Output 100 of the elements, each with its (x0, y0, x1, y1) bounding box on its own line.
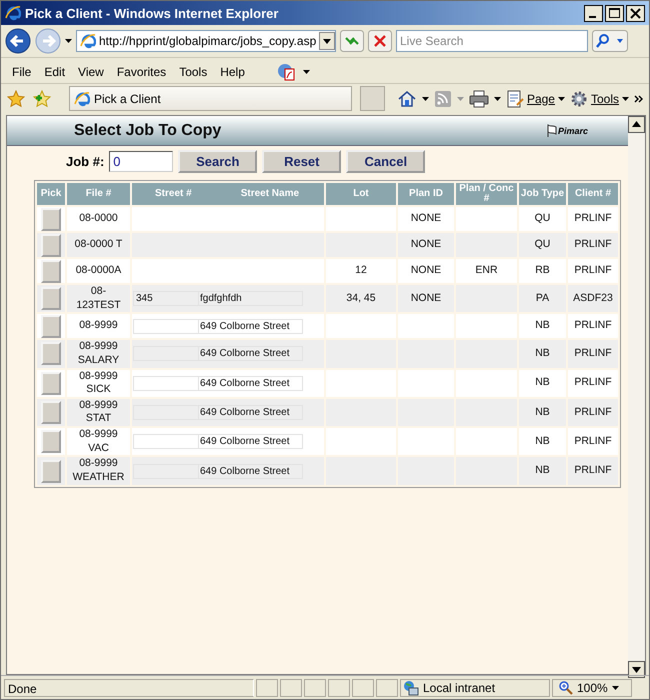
table-cell: PRLINF (568, 457, 618, 485)
table-cell: PRLINF (568, 340, 618, 368)
pick-button[interactable] (41, 287, 61, 310)
column-header: Client # (568, 183, 618, 205)
address-field[interactable]: http://hpprint/globalpimarc/jobs_copy.asp (76, 30, 336, 52)
search-button[interactable] (592, 30, 628, 52)
maximize-button[interactable] (605, 4, 624, 22)
gear-icon (570, 90, 588, 108)
pick-button[interactable] (41, 342, 61, 366)
new-tab-button[interactable] (360, 86, 385, 111)
table-cell: NB (519, 370, 566, 397)
field-label: Job #: (66, 154, 104, 169)
pick-button[interactable] (41, 234, 61, 256)
zoom-button[interactable]: 100% (552, 678, 632, 696)
table-cell: ENR (456, 259, 517, 283)
menu-item[interactable]: Tools (174, 62, 212, 80)
table-cell: PRLINF (568, 428, 618, 456)
table-cell: NB (519, 340, 566, 368)
pick-button[interactable] (41, 400, 61, 424)
rss-feed-icon[interactable] (434, 90, 452, 108)
pick-button[interactable] (41, 372, 61, 395)
home-icon[interactable] (396, 90, 417, 108)
table-cell: NONE (398, 233, 454, 257)
table-cell: 34, 45 (326, 285, 396, 312)
table-cell: NB (519, 428, 566, 456)
column-header: File # (67, 183, 130, 205)
menu-item[interactable]: Favorites (112, 62, 172, 80)
caret-icon[interactable] (494, 96, 501, 100)
close-button[interactable] (626, 4, 645, 22)
status-pane (256, 678, 278, 696)
table-cell: PRLINF (568, 207, 618, 231)
table-cell: 08- 123TEST (67, 285, 130, 312)
table-cell: PRLINF (568, 398, 618, 426)
table-cell: QU (519, 207, 566, 231)
table-cell: PA (519, 285, 566, 312)
logo: Pimarc (546, 124, 588, 138)
job-number-field[interactable]: 0 (109, 151, 174, 172)
table-cell: 08-0000 (67, 207, 130, 231)
caret-icon (612, 686, 619, 690)
table-cell: ASDF23 (568, 285, 618, 312)
pick-button[interactable] (41, 314, 61, 338)
caret-icon (558, 96, 565, 100)
column-header: Street Name (240, 188, 300, 199)
command-button[interactable]: Tools (570, 90, 629, 108)
status-pane (328, 678, 350, 696)
globe-icon (403, 680, 419, 696)
table-cell: 08-9999 STAT (67, 398, 130, 426)
table-cell: 12 (326, 259, 396, 283)
flag-icon (546, 124, 557, 138)
menu-item[interactable]: View (73, 62, 109, 80)
table-cell: NB (519, 314, 566, 338)
pick-button[interactable] (41, 430, 61, 454)
status-pane (280, 678, 302, 696)
status-text: Done (4, 678, 254, 696)
caret-icon[interactable] (65, 39, 72, 43)
caret-icon[interactable] (422, 96, 429, 100)
menu-item[interactable]: File (7, 62, 36, 80)
pick-button[interactable] (41, 460, 61, 483)
back-button[interactable] (5, 28, 31, 54)
table-cell: PRLINF (568, 370, 618, 397)
pick-button[interactable] (41, 260, 61, 282)
column-header: Plan ID (398, 183, 454, 205)
browser-tab[interactable]: Pick a Client (69, 86, 352, 111)
status-pane (304, 678, 326, 696)
chevron-icon[interactable] (634, 94, 643, 102)
star-icon[interactable] (7, 90, 25, 108)
table-cell: NONE (398, 285, 454, 312)
status-pane (352, 678, 374, 696)
window-title: Pick a Client - Windows Internet Explorer (25, 6, 280, 20)
command-button[interactable]: Page (506, 90, 565, 108)
table-cell: NONE (398, 207, 454, 231)
table-cell: 08-9999 SALARY (67, 340, 130, 368)
menu-item[interactable]: Help (215, 62, 250, 80)
search-field[interactable]: Live Search (396, 30, 588, 52)
table-cell: NONE (398, 259, 454, 283)
security-zone: Local intranet (400, 678, 550, 696)
status-pane (376, 678, 398, 696)
table-cell: QU (519, 233, 566, 257)
table-cell: 08-9999 (67, 314, 130, 338)
add-favorite-icon[interactable] (33, 90, 51, 108)
form-button[interactable]: Search (178, 150, 258, 173)
column-header: Lot (326, 183, 396, 205)
ie-page-icon (74, 90, 90, 106)
table-cell: PRLINF (568, 314, 618, 338)
printer-icon[interactable] (468, 90, 489, 108)
refresh-button[interactable] (340, 30, 364, 52)
table-cell: NB (519, 457, 566, 485)
pick-button[interactable] (41, 208, 61, 230)
menu-item[interactable]: Edit (39, 62, 70, 80)
form-button[interactable]: Cancel (346, 150, 426, 173)
minimize-button[interactable] (584, 4, 603, 22)
pdf-icon[interactable] (276, 62, 295, 80)
zoom-icon (559, 680, 573, 694)
stop-button[interactable] (368, 30, 392, 52)
table-cell: PRLINF (568, 259, 618, 283)
table-cell: 08-9999 WEATHER (67, 457, 130, 485)
dropdown-button[interactable] (319, 32, 336, 50)
column-header: Job Type (519, 183, 566, 205)
form-button[interactable]: Reset (262, 150, 342, 173)
caret-icon[interactable] (302, 70, 310, 74)
